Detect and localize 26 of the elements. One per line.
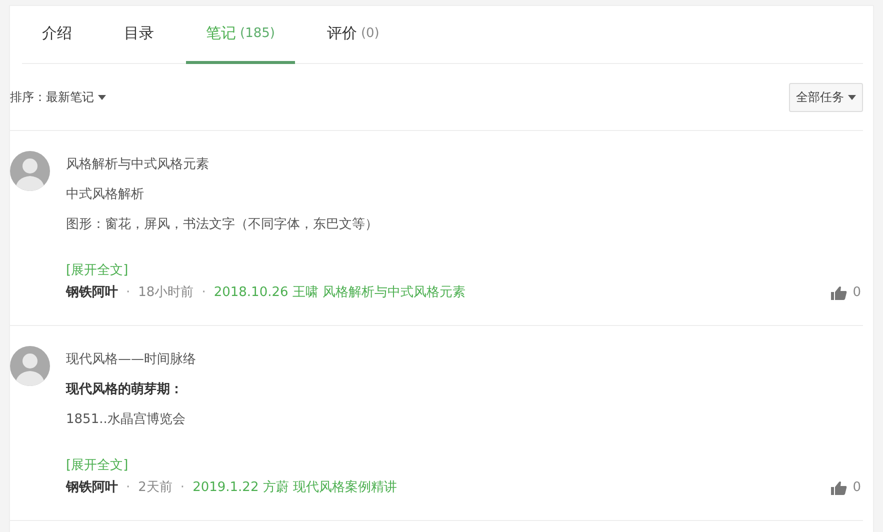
note-time: 18小时前 — [138, 284, 194, 302]
tab[interactable]: 介绍 — [22, 6, 92, 64]
note-text: 图形：窗花，屏风，书法文字（不同字体，东巴文等） — [66, 216, 379, 234]
sort-label: 排序： — [10, 88, 46, 106]
note-title[interactable]: 现代风格——时间脉络 — [66, 351, 863, 369]
like-count: 0 — [852, 284, 861, 302]
thumbs-up-icon[interactable] — [830, 286, 847, 300]
thumbs-up-icon[interactable] — [830, 481, 847, 495]
caret-icon — [848, 94, 856, 100]
like-count: 0 — [852, 479, 861, 497]
note-text: 中式风格解析 — [66, 186, 145, 204]
tab[interactable]: 评价 (0) — [306, 6, 400, 64]
note-text: 现代风格的萌芽期： — [66, 381, 184, 399]
separator-dot: · — [202, 284, 206, 302]
note-title[interactable]: 风格解析与中式风格元素 — [66, 156, 863, 174]
author-name[interactable]: 钢铁阿叶 — [66, 479, 118, 497]
separator-dot: · — [126, 479, 130, 497]
task-filter-dropdown[interactable]: 全部任务 — [789, 82, 863, 112]
separator-dot: · — [126, 284, 130, 302]
caret-icon — [98, 94, 106, 100]
sort-dropdown[interactable]: 最新笔记 — [46, 88, 106, 106]
separator-dot: · — [180, 479, 185, 497]
note-time: 2天前 — [138, 479, 172, 497]
author-name[interactable]: 钢铁阿叶 — [66, 284, 118, 302]
note-text: 1851..水晶宫博览会 — [66, 411, 186, 429]
tab[interactable]: 目录 — [104, 6, 174, 64]
